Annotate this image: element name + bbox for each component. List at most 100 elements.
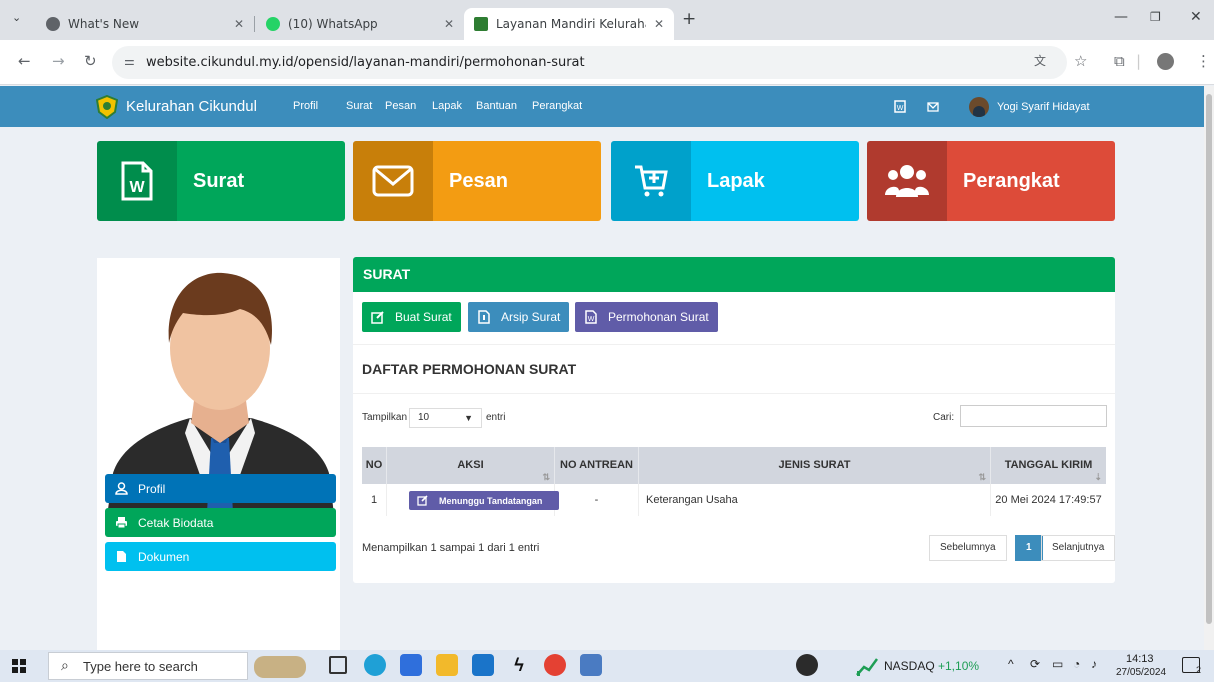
waiting-signature-button[interactable]: Menunggu Tandatangan <box>409 491 559 510</box>
tab-title: What's New <box>68 17 140 31</box>
back-icon[interactable]: ← <box>18 52 31 70</box>
notes-app-icon[interactable] <box>580 654 602 676</box>
entries-label: entri <box>486 412 506 423</box>
button-label: Cetak Biodata <box>138 515 214 530</box>
nav-pesan[interactable]: Pesan <box>385 86 416 127</box>
scrollbar-thumb[interactable] <box>1206 94 1212 624</box>
tile-lapak[interactable]: Lapak <box>611 141 859 221</box>
chrome-icon[interactable] <box>544 654 566 676</box>
tray-battery-icon[interactable]: ▭ <box>1052 657 1063 671</box>
nav-surat[interactable]: Surat <box>346 86 372 127</box>
chevron-down-icon: ▼ <box>464 413 473 423</box>
dokumen-button[interactable]: Dokumen <box>105 542 336 571</box>
envelope-icon[interactable] <box>927 86 939 127</box>
search-icon: ⌕ <box>61 657 69 673</box>
close-icon[interactable]: ✕ <box>444 17 454 31</box>
profile-avatar-icon[interactable] <box>1157 53 1174 70</box>
ticker-name[interactable]: NASDAQ <box>884 659 935 673</box>
prev-page-button[interactable]: Sebelumnya <box>929 535 1007 561</box>
page-size-select[interactable]: 10 ▼ <box>409 408 482 428</box>
column-label: NO ANTREAN <box>560 459 633 471</box>
buat-surat-button[interactable]: Buat Surat <box>362 302 461 332</box>
windows-start-icon[interactable] <box>12 659 26 673</box>
help-icon[interactable] <box>796 654 818 676</box>
column-label: NO <box>365 459 383 471</box>
tile-label: Surat <box>177 141 345 221</box>
archive-file-icon <box>478 310 490 324</box>
word-doc-icon: W <box>97 141 177 221</box>
column-header[interactable]: NO ANTREAN <box>555 447 639 484</box>
site-info-icon[interactable]: ⚌ <box>124 54 135 68</box>
new-tab-icon[interactable]: + <box>682 9 696 29</box>
close-icon[interactable]: ✕ <box>234 17 244 31</box>
avatar <box>969 96 989 117</box>
page-button[interactable]: 1 <box>1015 535 1043 561</box>
search-highlight-icon[interactable] <box>254 656 306 678</box>
table-row: 1 Menunggu Tandatangan - Keterangan Usah… <box>362 484 1106 516</box>
clock-time[interactable]: 14:13 <box>1126 653 1154 665</box>
tab-whats-new[interactable]: What's New ✕ <box>36 8 254 40</box>
taskbar-search-input[interactable]: ⌕ Type here to search <box>48 652 248 680</box>
minimize-icon[interactable]: — <box>1114 9 1128 25</box>
clock-date[interactable]: 27/05/2024 <box>1116 667 1166 678</box>
column-label: TANGGAL KIRIM <box>1004 459 1093 471</box>
translate-icon[interactable]: 文 <box>1034 52 1046 69</box>
panel-title: SURAT <box>353 257 1115 292</box>
url-field[interactable]: ⚌ website.cikundul.my.id/opensid/layanan… <box>112 46 1067 79</box>
tray-sync-icon[interactable]: ⟳ <box>1030 657 1040 671</box>
ticker-change: +1,10% <box>938 659 980 673</box>
menu-kebab-icon[interactable]: ⋮ <box>1196 52 1211 70</box>
bookmark-star-icon[interactable]: ☆ <box>1074 52 1087 70</box>
profil-button[interactable]: Profil <box>105 474 336 503</box>
column-header[interactable]: AKSI ⇅ <box>387 447 555 484</box>
forward-icon[interactable]: → <box>52 52 65 70</box>
wifi-icon[interactable]: ◔ <box>1073 657 1080 671</box>
restore-icon[interactable]: ❐ <box>1150 10 1161 24</box>
column-header[interactable]: NO <box>362 447 387 484</box>
app-bolt-icon[interactable]: ϟ <box>508 654 530 676</box>
task-view-icon[interactable] <box>329 656 347 674</box>
tile-label: Pesan <box>433 141 601 221</box>
file-explorer-icon[interactable] <box>436 654 458 676</box>
button-label: Buat Surat <box>395 310 452 324</box>
tab-whatsapp[interactable]: (10) WhatsApp ✕ <box>256 8 464 40</box>
user-menu[interactable]: Yogi Syarif Hidayat <box>969 86 1090 127</box>
tab-layanan-mandiri[interactable]: Layanan Mandiri Kelurahan Cik ✕ <box>464 8 674 40</box>
page-scrollbar[interactable] <box>1204 86 1214 650</box>
column-header[interactable]: JENIS SURAT ⇅ <box>639 447 991 484</box>
divider <box>353 344 1115 345</box>
permohonan-surat-button[interactable]: W Permohonan Surat <box>575 302 718 332</box>
site-brand[interactable]: Kelurahan Cikundul <box>96 86 257 127</box>
tile-surat[interactable]: W Surat <box>97 141 345 221</box>
next-page-button[interactable]: Selanjutnya <box>1041 535 1116 561</box>
extensions-icon[interactable]: ⧉ <box>1114 52 1125 70</box>
toolbar-divider: | <box>1136 52 1142 70</box>
window-close-icon[interactable]: ✕ <box>1190 9 1202 25</box>
cetak-biodata-button[interactable]: Cetak Biodata <box>105 508 336 537</box>
tile-pesan[interactable]: Pesan <box>353 141 601 221</box>
reload-icon[interactable]: ↻ <box>84 52 97 70</box>
word-doc-icon[interactable]: W <box>894 86 906 127</box>
nav-profil[interactable]: Profil <box>293 86 318 127</box>
nav-bantuan[interactable]: Bantuan <box>476 86 517 127</box>
tray-chevron-up-icon[interactable]: ^ <box>1008 657 1014 671</box>
tab-search-chevron-icon[interactable]: ⌄ <box>12 11 21 24</box>
mail-icon[interactable] <box>472 654 494 676</box>
arsip-surat-button[interactable]: Arsip Surat <box>468 302 570 332</box>
tab-divider <box>254 16 255 32</box>
volume-icon[interactable]: ♪ <box>1091 657 1097 671</box>
column-header[interactable]: TANGGAL KIRIM ⇣ <box>991 447 1106 484</box>
tile-perangkat[interactable]: Perangkat <box>867 141 1115 221</box>
site-top-navbar: Kelurahan Cikundul Profil Surat Pesan La… <box>0 86 1204 127</box>
svg-text:W: W <box>897 105 904 112</box>
svg-text:W: W <box>129 179 145 196</box>
tile-label: Perangkat <box>947 141 1115 221</box>
file-icon <box>117 551 126 562</box>
edge-icon[interactable] <box>364 654 386 676</box>
search-input[interactable] <box>960 405 1107 427</box>
list-title: DAFTAR PERMOHONAN SURAT <box>362 361 577 377</box>
dropbox-icon[interactable] <box>400 654 422 676</box>
nav-lapak[interactable]: Lapak <box>432 86 462 127</box>
nav-perangkat[interactable]: Perangkat <box>532 86 582 127</box>
close-icon[interactable]: ✕ <box>654 17 664 31</box>
